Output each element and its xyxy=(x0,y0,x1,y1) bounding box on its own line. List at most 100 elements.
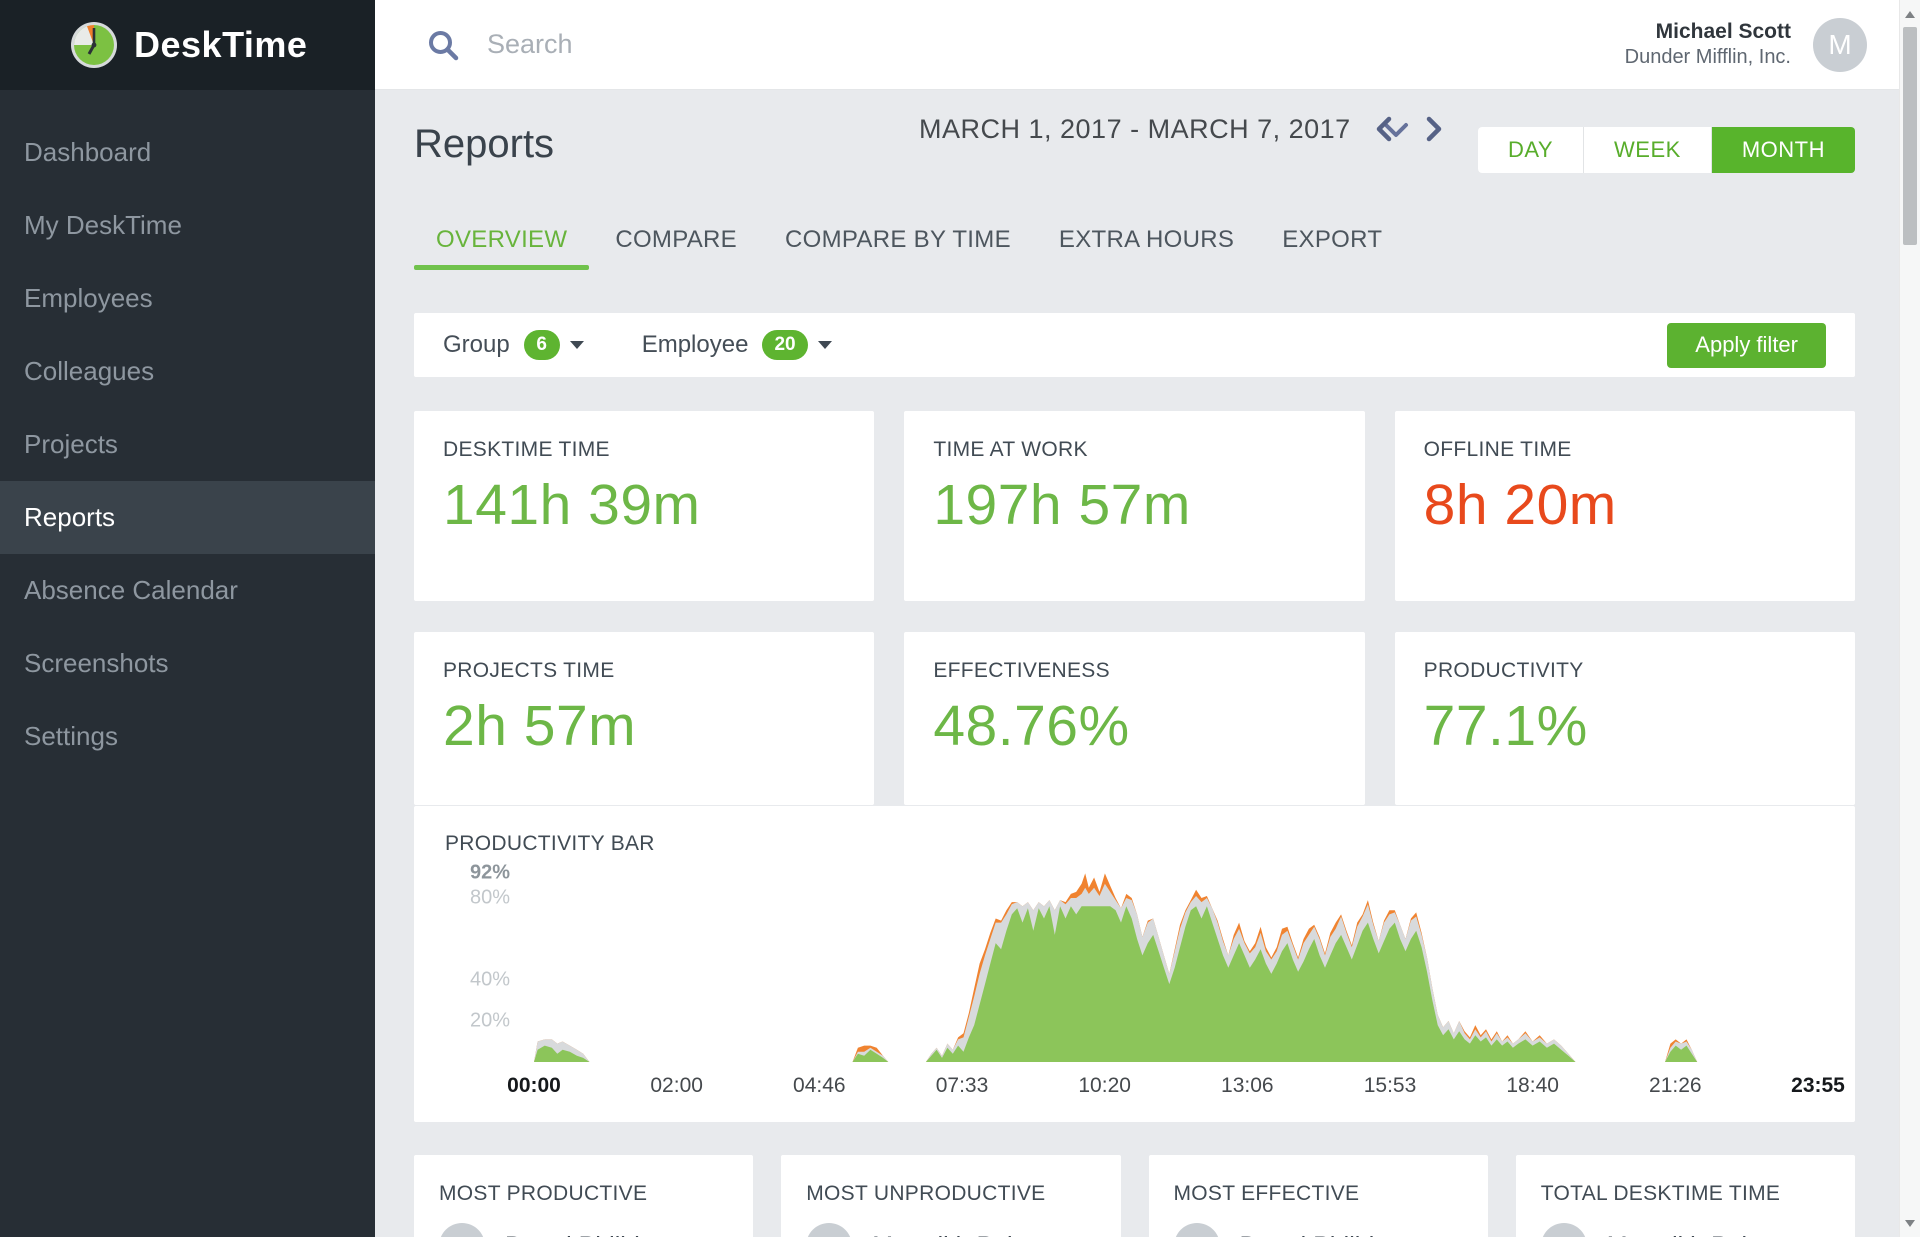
tab-compare-by-time[interactable]: COMPARE BY TIME xyxy=(763,210,1033,270)
date-range-text: MARCH 1, 2017 - MARCH 7, 2017 xyxy=(919,114,1351,145)
sidebar-item-employees[interactable]: Employees xyxy=(0,262,375,335)
board-person-name: Darryl Philbin xyxy=(1240,1232,1389,1237)
x-axis-label-1306: 13:06 xyxy=(1221,1074,1274,1098)
board-label: MOST PRODUCTIVE xyxy=(439,1182,728,1206)
employee-filter-dropdown[interactable]: Employee 20 xyxy=(642,330,832,360)
sidebar-item-absence-calendar[interactable]: Absence Calendar xyxy=(0,554,375,627)
stats-row-2: PROJECTS TIME 2h 57m EFFECTIVENESS 48.76% PR… xyxy=(414,632,1855,805)
chart-title: PRODUCTIVITY BAR xyxy=(445,832,655,856)
tab-compare[interactable]: COMPARE xyxy=(593,210,759,270)
board-card-most-productive: MOST PRODUCTIVE D Darryl Philbin xyxy=(414,1155,753,1237)
stat-card-offline-time: OFFLINE TIME8h 20m xyxy=(1395,411,1855,601)
board-person[interactable]: MMeredith Palmer xyxy=(806,1223,1095,1237)
stat-card-projects-time: PROJECTS TIME 2h 57m xyxy=(414,632,874,805)
date-range-dropdown[interactable]: MARCH 1, 2017 - MARCH 7, 2017 xyxy=(919,114,1409,145)
scrollbar-thumb[interactable] xyxy=(1903,27,1917,245)
group-filter-dropdown[interactable]: Group 6 xyxy=(443,330,584,360)
main-column: Michael Scott Dunder Mifflin, Inc. M Rep… xyxy=(375,0,1899,1237)
scroll-up-arrow-icon[interactable] xyxy=(1900,4,1920,24)
x-axis-label-2126: 21:26 xyxy=(1649,1074,1702,1098)
group-filter-label: Group xyxy=(443,331,510,359)
stat-value: 197h 57m xyxy=(933,472,1335,538)
stat-label: PROJECTS TIME xyxy=(443,659,845,683)
stat-label: EFFECTIVENESS xyxy=(933,659,1335,683)
content-area: Reports MARCH 1, 2017 - MARCH 7, 2017 DA… xyxy=(375,90,1899,1237)
chart-x-axis: 00:0002:0004:4607:3310:2013:0615:5318:40… xyxy=(520,1074,1832,1100)
x-axis-label-2355: 23:55 xyxy=(1791,1074,1845,1098)
series-productive xyxy=(534,906,1818,1062)
sidebar-item-colleagues[interactable]: Colleagues xyxy=(0,335,375,408)
stat-card-productivity: PRODUCTIVITY 77.1% xyxy=(1395,632,1855,805)
logo-area[interactable]: DeskTime xyxy=(0,0,375,90)
search-bar xyxy=(427,29,1625,61)
desktime-clock-icon xyxy=(70,21,118,69)
y-axis-label-80: 80% xyxy=(440,887,510,910)
range-button-month[interactable]: MONTH xyxy=(1712,127,1855,173)
sidebar-nav: DashboardMy DeskTimeEmployeesColleaguesP… xyxy=(0,90,375,773)
avatar: D xyxy=(1174,1223,1220,1237)
stat-label: DESKTIME TIME xyxy=(443,438,845,462)
range-button-day[interactable]: DAY xyxy=(1478,127,1584,173)
stat-card-desktime-time: DESKTIME TIME 141h 39m xyxy=(414,411,874,601)
user-name: Michael Scott xyxy=(1625,19,1791,45)
productivity-bar-card: PRODUCTIVITY BAR 92%80%40%20% 00:0002:00… xyxy=(414,806,1855,1122)
tab-overview[interactable]: OVERVIEW xyxy=(414,210,589,270)
leaderboard-row: MOST PRODUCTIVE D Darryl Philbin MOST UNPRO… xyxy=(414,1155,1855,1237)
tab-extra-hours[interactable]: EXTRA HOURS xyxy=(1037,210,1256,270)
search-input[interactable] xyxy=(487,29,1087,60)
group-count-badge: 6 xyxy=(524,330,560,360)
range-toggle-group: DAYWEEKMONTH xyxy=(1478,127,1855,173)
sidebar-item-screenshots[interactable]: Screenshots xyxy=(0,627,375,700)
board-label: MOST EFFECTIVE xyxy=(1174,1182,1463,1206)
board-card-total-desktime-time: TOTAL DESKTIME TIME MMeredith Palmer xyxy=(1516,1155,1855,1237)
stat-value: 2h 57m xyxy=(443,693,845,759)
employee-count-badge: 20 xyxy=(762,330,807,360)
caret-down-icon xyxy=(818,341,832,349)
page-title: Reports xyxy=(414,122,554,167)
stat-label: TIME AT WORK xyxy=(933,438,1335,462)
board-label: TOTAL DESKTIME TIME xyxy=(1541,1182,1830,1206)
board-person-name: Meredith Palmer xyxy=(1607,1232,1790,1237)
chevron-right-icon[interactable] xyxy=(1426,116,1442,142)
sidebar-item-projects[interactable]: Projects xyxy=(0,408,375,481)
sidebar-item-settings[interactable]: Settings xyxy=(0,700,375,773)
board-person[interactable]: D Darryl Philbin xyxy=(1174,1223,1463,1237)
user-block[interactable]: Michael Scott Dunder Mifflin, Inc. M xyxy=(1625,18,1867,72)
stat-label: PRODUCTIVITY xyxy=(1424,659,1826,683)
x-axis-label-1840: 18:40 xyxy=(1506,1074,1559,1098)
sidebar-item-reports[interactable]: Reports xyxy=(0,481,375,554)
sidebar-item-my-desktime[interactable]: My DeskTime xyxy=(0,189,375,262)
chevron-left-icon[interactable] xyxy=(1376,116,1392,142)
stat-value: 48.76% xyxy=(933,693,1335,759)
sidebar-item-dashboard[interactable]: Dashboard xyxy=(0,116,375,189)
user-text: Michael Scott Dunder Mifflin, Inc. xyxy=(1625,19,1791,70)
user-company: Dunder Mifflin, Inc. xyxy=(1625,45,1791,70)
avatar[interactable]: M xyxy=(1813,18,1867,72)
y-axis-label-20: 20% xyxy=(440,1010,510,1033)
tab-export[interactable]: EXPORT xyxy=(1260,210,1404,270)
board-card-most-effective: MOST EFFECTIVE D Darryl Philbin xyxy=(1149,1155,1488,1237)
x-axis-label-0200: 02:00 xyxy=(650,1074,703,1098)
board-person-name: Darryl Philbin xyxy=(505,1232,654,1237)
filter-bar: Group 6 Employee 20 Apply filter xyxy=(414,313,1855,377)
avatar: M xyxy=(806,1223,852,1237)
stats-row-1: DESKTIME TIME 141h 39m TIME AT WORK 197h 57… xyxy=(414,411,1855,601)
apply-filter-button[interactable]: Apply filter xyxy=(1667,323,1826,368)
board-card-most-unproductive: MOST UNPRODUCTIVEMMeredith Palmer xyxy=(781,1155,1120,1237)
stat-label: OFFLINE TIME xyxy=(1424,438,1826,462)
scrollbar[interactable] xyxy=(1899,0,1920,1237)
scroll-down-arrow-icon[interactable] xyxy=(1900,1213,1920,1233)
search-icon[interactable] xyxy=(427,29,459,61)
x-axis-label-0733: 07:33 xyxy=(936,1074,989,1098)
stat-value: 141h 39m xyxy=(443,472,845,538)
stat-value: 77.1% xyxy=(1424,693,1826,759)
range-button-week[interactable]: WEEK xyxy=(1584,127,1712,173)
board-person[interactable]: D Darryl Philbin xyxy=(439,1223,728,1237)
app-window: DeskTime DashboardMy DeskTimeEmployeesCo… xyxy=(0,0,1899,1237)
avatar: D xyxy=(439,1223,485,1237)
y-axis-label-40: 40% xyxy=(440,969,510,992)
caret-down-icon xyxy=(570,341,584,349)
board-person[interactable]: MMeredith Palmer xyxy=(1541,1223,1830,1237)
x-axis-label-1553: 15:53 xyxy=(1364,1074,1417,1098)
stat-card-time-at-work: TIME AT WORK 197h 57m xyxy=(904,411,1364,601)
